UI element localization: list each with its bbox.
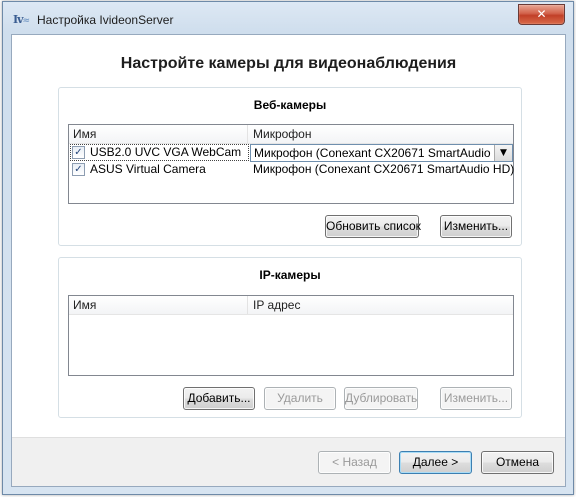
table-header: Имя IP адрес (69, 296, 513, 315)
ip-cameras-table[interactable]: Имя IP адрес (68, 295, 514, 376)
microphone-dropdown[interactable]: Микрофон (Conexant CX20671 SmartAudio HD… (250, 144, 513, 162)
web-cameras-title: Веб-камеры (253, 98, 327, 112)
column-separator[interactable] (247, 296, 248, 314)
ivideon-app-icon: Iv≈ (13, 13, 30, 26)
edit-web-camera-button[interactable]: Изменить... (440, 215, 512, 238)
camera-name: ASUS Virtual Camera (90, 162, 206, 176)
table-header: Имя Микрофон (69, 125, 513, 144)
chevron-down-icon[interactable]: ▼ (494, 145, 512, 161)
window-title: Настройка IvideonServer (37, 13, 174, 27)
dialog-body: Настройте камеры для видеонаблюдения Веб… (11, 34, 566, 487)
ip-cameras-group: IP-камеры Имя IP адрес Добавить... Удали… (58, 257, 522, 418)
web-cameras-group: Веб-камеры Имя Микрофон ✓ USB2.0 UVC VGA… (58, 87, 522, 246)
dialog-window: Iv≈ Настройка IvideonServer ✕ Настройте … (2, 1, 574, 495)
edit-ip-camera-button[interactable]: Изменить... (440, 387, 512, 410)
column-separator[interactable] (247, 125, 248, 143)
microphone-dropdown-value: Микрофон (Conexant CX20671 SmartAudio HD… (254, 146, 492, 160)
back-button[interactable]: < Назад (318, 451, 391, 474)
table-row[interactable]: ✓ ASUS Virtual Camera Микрофон (Conexant… (69, 161, 515, 178)
ip-cameras-title: IP-камеры (259, 268, 321, 282)
checkmark-icon: ✓ (74, 164, 83, 175)
column-header-name[interactable]: Имя (73, 127, 96, 141)
close-icon: ✕ (536, 7, 547, 21)
camera-checkbox[interactable]: ✓ (72, 163, 85, 176)
column-header-name[interactable]: Имя (73, 298, 96, 312)
checkmark-icon: ✓ (74, 147, 83, 158)
column-header-ip-address[interactable]: IP адрес (253, 298, 300, 312)
table-row[interactable]: ✓ USB2.0 UVC VGA WebCam Микрофон (Conexa… (69, 144, 513, 162)
duplicate-ip-camera-button[interactable]: Дублировать (344, 387, 418, 410)
camera-name: USB2.0 UVC VGA WebCam (90, 145, 242, 159)
cancel-button[interactable]: Отмена (481, 451, 554, 474)
add-ip-camera-button[interactable]: Добавить... (183, 387, 255, 410)
camera-microphone: Микрофон (Conexant CX20671 SmartAudio HD… (253, 162, 515, 176)
close-button[interactable]: ✕ (518, 4, 565, 25)
camera-checkbox[interactable]: ✓ (72, 146, 85, 159)
page-heading: Настройте камеры для видеонаблюдения (120, 55, 457, 72)
refresh-list-button[interactable]: Обновить список (325, 215, 421, 238)
column-header-microphone[interactable]: Микрофон (253, 127, 311, 141)
web-cameras-table[interactable]: Имя Микрофон ✓ USB2.0 UVC VGA WebCam Мик… (68, 124, 514, 204)
delete-ip-camera-button[interactable]: Удалить (264, 387, 336, 410)
next-button[interactable]: Далее > (399, 451, 472, 474)
title-bar[interactable]: Iv≈ Настройка IvideonServer ✕ (3, 2, 573, 34)
dialog-footer: < Назад Далее > Отмена (12, 437, 565, 486)
